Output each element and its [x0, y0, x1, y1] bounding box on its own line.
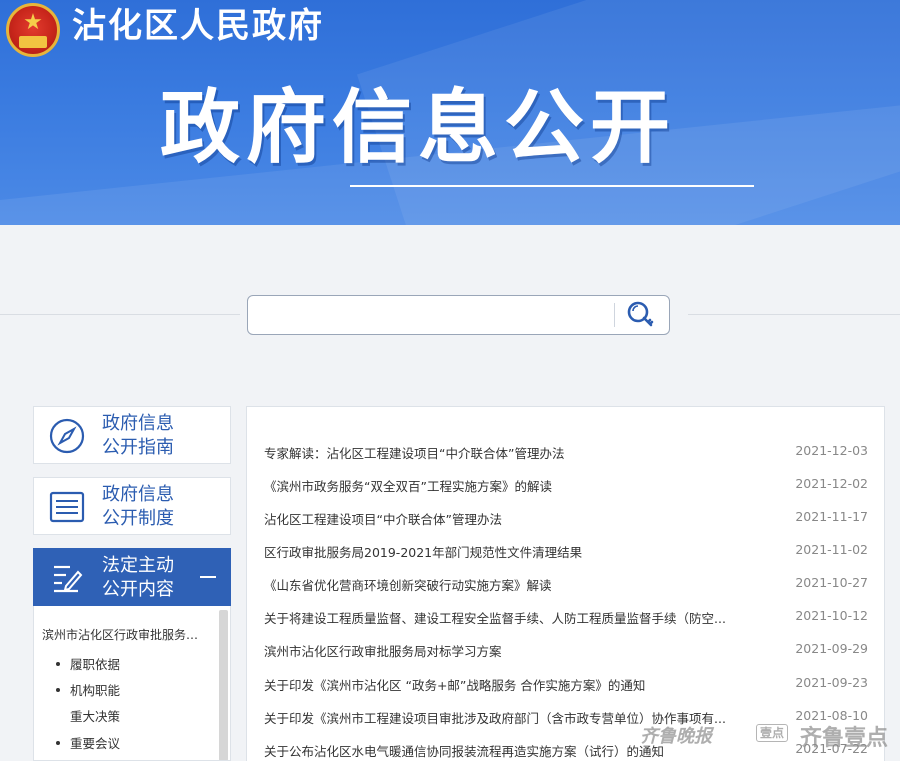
list-item[interactable]: 关于将建设工程质量监督、建设工程安全监督手续、人防工程质量监督手续（防空... 2… [247, 600, 884, 633]
sidebar-subpanel: 滨州市沾化区行政审批服务… 履职依据 机构职能 重大决策 重要会议 [33, 606, 231, 761]
list-item[interactable]: 滨州市沾化区行政审批服务局对标学习方案 2021-09-29 [247, 633, 884, 666]
subpanel-item-label: 重要会议 [70, 736, 121, 751]
subpanel-heading[interactable]: 滨州市沾化区行政审批服务… [42, 626, 207, 643]
list-item-date: 2021-10-12 [795, 608, 868, 623]
list-item[interactable]: 《滨州市政务服务“双全双百”工程实施方案》的解读 2021-12-02 [247, 468, 884, 501]
edit-icon [54, 565, 83, 593]
subpanel-item[interactable]: 重要会议 [56, 733, 120, 752]
subpanel-item[interactable]: 重大决策 [70, 706, 120, 725]
list-item-title[interactable]: 关于印发《滨州市沾化区 “政务+邮”战略服务 合作实施方案》的通知 [264, 675, 759, 694]
search-key-icon[interactable] [624, 299, 660, 331]
document-list-icon [49, 491, 85, 523]
subpanel-item-label: 履职依据 [70, 657, 121, 672]
search-input[interactable] [256, 302, 606, 328]
watermark: 齐鲁晚报 壹点 齐鲁壹点 [640, 714, 900, 754]
government-name[interactable]: 沾化区人民政府 [72, 4, 324, 48]
collapse-icon[interactable] [200, 576, 216, 578]
list-item-date: 2021-09-23 [795, 675, 868, 690]
list-item-title[interactable]: 沾化区工程建设项目“中介联合体”管理办法 [264, 509, 759, 528]
search-box [247, 295, 670, 335]
label-line: 公开内容 [102, 579, 174, 600]
sidebar-card-label: 政府信息 公开制度 [102, 483, 227, 531]
list-item-date: 2021-11-02 [795, 542, 868, 557]
list-item[interactable]: 关于印发《滨州市沾化区 “政务+邮”战略服务 合作实施方案》的通知 2021-09… [247, 667, 884, 700]
sidebar-card-guide[interactable]: 政府信息 公开指南 [33, 406, 231, 464]
list-item-title[interactable]: 《山东省优化营商环境创新突破行动实施方案》解读 [264, 575, 759, 594]
list-item-date: 2021-09-29 [795, 641, 868, 656]
banner-title: 政府信息公开 [160, 81, 676, 174]
label-line: 政府信息 [102, 413, 174, 434]
header-banner: ★ 沾化区人民政府 政府信息公开 [0, 0, 900, 225]
sidebar-card-statutory[interactable]: 法定主动 公开内容 [33, 548, 231, 606]
watermark-text: 齐鲁晚报 [640, 726, 712, 747]
list-item-title[interactable]: 关于将建设工程质量监督、建设工程安全监督手续、人防工程质量监督手续（防空... [264, 608, 759, 627]
subpanel-item-label: 机构职能 [70, 683, 121, 698]
news-list: 专家解读：沾化区工程建设项目“中介联合体”管理办法 2021-12-03 《滨州市… [246, 406, 885, 761]
label-line: 政府信息 [102, 484, 174, 505]
list-item-date: 2021-11-17 [795, 509, 868, 524]
list-item-title[interactable]: 专家解读：沾化区工程建设项目“中介联合体”管理办法 [264, 443, 759, 462]
watermark-badge: 壹点 [756, 724, 789, 742]
scrollbar[interactable] [219, 610, 228, 760]
label-line: 公开指南 [102, 437, 174, 458]
list-item[interactable]: 专家解读：沾化区工程建设项目“中介联合体”管理办法 2021-12-03 [247, 435, 884, 468]
list-item-title[interactable]: 《滨州市政务服务“双全双百”工程实施方案》的解读 [264, 476, 759, 495]
sidebar-card-label: 政府信息 公开指南 [102, 412, 227, 460]
list-item[interactable]: 沾化区工程建设项目“中介联合体”管理办法 2021-11-17 [247, 501, 884, 534]
search-divider [614, 303, 615, 327]
sidebar-card-label: 法定主动 公开内容 [102, 554, 227, 602]
sidebar-card-system[interactable]: 政府信息 公开制度 [33, 477, 231, 535]
list-item-title[interactable]: 区行政审批服务局2019-2021年部门规范性文件清理结果 [264, 542, 759, 561]
subpanel-item-label: 重大决策 [70, 709, 121, 724]
national-emblem-icon: ★ [6, 3, 60, 57]
compass-icon [49, 418, 85, 454]
list-item[interactable]: 《山东省优化营商环境创新突破行动实施方案》解读 2021-10-27 [247, 567, 884, 600]
list-item-title[interactable]: 滨州市沾化区行政审批服务局对标学习方案 [264, 641, 759, 660]
divider-left [0, 314, 240, 315]
subpanel-item[interactable]: 履职依据 [56, 654, 120, 673]
list-item-date: 2021-10-27 [795, 575, 868, 590]
list-item-date: 2021-12-02 [795, 476, 868, 491]
label-line: 公开制度 [102, 508, 174, 529]
list-item[interactable]: 区行政审批服务局2019-2021年部门规范性文件清理结果 2021-11-02 [247, 534, 884, 567]
divider-right [688, 314, 900, 315]
banner-underline [350, 185, 754, 187]
watermark-text: 齐鲁壹点 [800, 726, 889, 751]
list-item-date: 2021-12-03 [795, 443, 868, 458]
subpanel-item[interactable]: 机构职能 [56, 680, 120, 699]
label-line: 法定主动 [102, 555, 174, 576]
